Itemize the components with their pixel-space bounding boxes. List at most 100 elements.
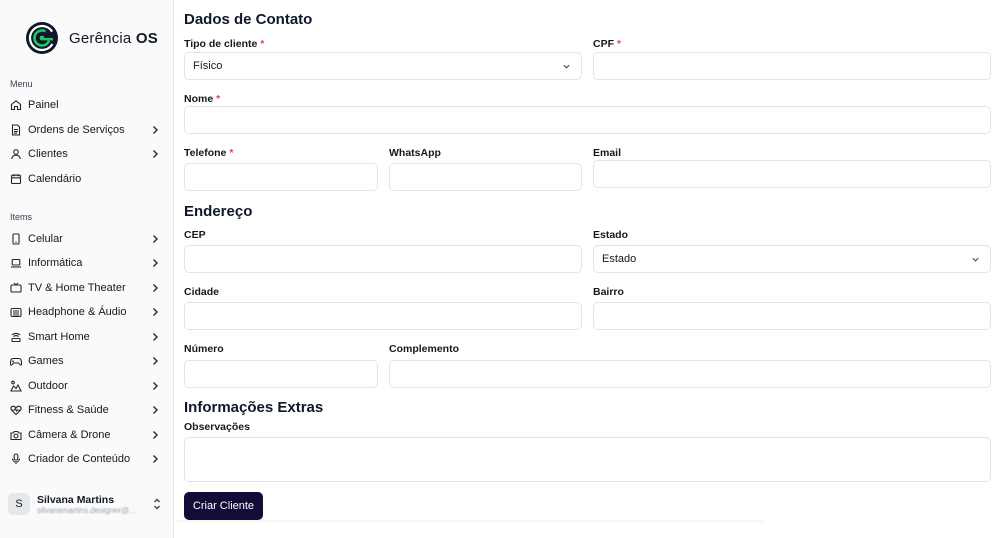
chevron-right-icon [153, 406, 158, 414]
email-field[interactable] [593, 160, 991, 188]
divider [175, 520, 765, 524]
cidade-input[interactable] [185, 303, 581, 329]
label-whatsapp: WhatsApp [389, 147, 441, 159]
sidebar-item-label: Fitness & Saúde [28, 404, 109, 416]
user-icon [10, 148, 22, 160]
sidebar-item-calendario[interactable]: Calendário [4, 168, 166, 190]
sidebar-item-tv-home-theater[interactable]: TV & Home Theater [4, 277, 166, 299]
numero-field[interactable] [184, 360, 378, 388]
telefone-field[interactable] [184, 163, 378, 191]
logo-icon [26, 22, 58, 54]
cpf-input[interactable] [594, 53, 990, 79]
nome-field[interactable] [184, 106, 991, 134]
smart-home-icon [10, 331, 22, 343]
items-section-label: Items [10, 212, 33, 222]
user-menu[interactable]: S Silvana Martins silvanamartins.designe… [8, 488, 166, 520]
cpf-field[interactable] [593, 52, 991, 80]
laptop-icon [10, 257, 22, 269]
sidebar-item-label: TV & Home Theater [28, 282, 126, 294]
calendar-icon [10, 173, 22, 185]
sidebar-item-clientes[interactable]: Clientes [4, 143, 166, 165]
label-bairro: Bairro [593, 286, 624, 298]
label-nome: Nome * [184, 93, 221, 105]
speaker-icon [10, 306, 22, 318]
microphone-icon [10, 453, 22, 465]
sidebar-item-headphone-audio[interactable]: Headphone & Áudio [4, 301, 166, 323]
heart-pulse-icon [10, 404, 22, 416]
section-title-address: Endereço [184, 203, 253, 220]
user-name: Silvana Martins [37, 493, 115, 506]
sidebar-item-label: Painel [28, 99, 59, 111]
whatsapp-field[interactable] [389, 163, 582, 191]
chevron-right-icon [153, 308, 158, 316]
nome-input[interactable] [185, 107, 990, 133]
observacoes-textarea[interactable] [184, 437, 991, 482]
email-input[interactable] [594, 161, 990, 187]
label-cep: CEP [184, 229, 206, 241]
chevron-right-icon [153, 126, 158, 134]
sidebar-item-label: Ordens de Serviços [28, 124, 125, 136]
brand-name: Gerência [69, 29, 132, 47]
chevron-down-icon [972, 257, 979, 262]
chevron-right-icon [153, 431, 158, 439]
sidebar-item-outdoor[interactable]: Outdoor [4, 375, 166, 397]
sidebar-item-camera-drone[interactable]: Câmera & Drone [4, 424, 166, 446]
sidebar-item-informatica[interactable]: Informática [4, 252, 166, 274]
client-form: Dados de Contato Tipo de cliente * Físic… [175, 0, 1000, 538]
telefone-input[interactable] [185, 164, 377, 190]
chevron-right-icon [153, 235, 158, 243]
smartphone-icon [10, 233, 22, 245]
bairro-input[interactable] [594, 303, 990, 329]
chevron-down-icon [563, 64, 570, 69]
whatsapp-input[interactable] [390, 164, 581, 190]
label-tipo-cliente: Tipo de cliente * [184, 38, 265, 50]
sidebar-item-label: Câmera & Drone [28, 429, 111, 441]
brand-name-bold: OS [135, 29, 158, 47]
complemento-input[interactable] [390, 361, 990, 387]
document-icon [10, 124, 22, 136]
outdoor-icon [10, 380, 22, 392]
label-cpf: CPF * [593, 38, 622, 50]
sidebar: Gerência OS Menu Painel Ordens de Serviç… [0, 0, 174, 538]
sidebar-item-label: Criador de Conteúdo [28, 453, 131, 465]
sidebar-item-label: Informática [28, 257, 83, 269]
home-icon [10, 99, 22, 111]
sidebar-item-criador-de-conteudo[interactable]: Criador de Conteúdo [4, 448, 166, 470]
tipo-cliente-select[interactable]: Físico [184, 52, 582, 80]
label-email: Email [593, 147, 622, 159]
estado-value: Estado [602, 253, 637, 265]
sidebar-item-smart-home[interactable]: Smart Home [4, 326, 166, 348]
chevron-right-icon [153, 455, 158, 463]
criar-cliente-button[interactable]: Criar Cliente [184, 492, 263, 520]
chevron-right-icon [153, 333, 158, 341]
brand-logo[interactable]: Gerência OS [24, 20, 158, 56]
camera-icon [10, 429, 22, 441]
complemento-field[interactable] [389, 360, 991, 388]
cep-input[interactable] [185, 246, 581, 272]
cidade-field[interactable] [184, 302, 582, 330]
label-estado: Estado [593, 229, 629, 241]
tipo-cliente-value: Físico [193, 60, 223, 72]
chevron-right-icon [153, 259, 158, 267]
chevron-right-icon [153, 150, 158, 158]
chevrons-up-down-icon [154, 498, 160, 510]
sidebar-item-ordens-de-servicos[interactable]: Ordens de Serviços [4, 119, 166, 141]
sidebar-item-celular[interactable]: Celular [4, 228, 166, 250]
sidebar-item-label: Calendário [28, 173, 82, 185]
menu-section-label: Menu [10, 79, 33, 89]
sidebar-item-fitness-saude[interactable]: Fitness & Saúde [4, 399, 166, 421]
estado-select[interactable]: Estado [593, 245, 991, 273]
avatar: S [8, 493, 30, 515]
user-email: silvanamartins.designer@... [37, 505, 136, 515]
chevron-right-icon [153, 284, 158, 292]
numero-input[interactable] [185, 361, 377, 387]
sidebar-item-painel[interactable]: Painel [4, 94, 166, 116]
sidebar-item-games[interactable]: Games [4, 350, 166, 372]
sidebar-item-label: Outdoor [28, 380, 68, 392]
cep-field[interactable] [184, 245, 582, 273]
gamepad-icon [10, 355, 22, 367]
sidebar-item-label: Games [28, 355, 64, 367]
bairro-field[interactable] [593, 302, 991, 330]
chevron-right-icon [153, 382, 158, 390]
sidebar-item-label: Headphone & Áudio [28, 306, 127, 318]
